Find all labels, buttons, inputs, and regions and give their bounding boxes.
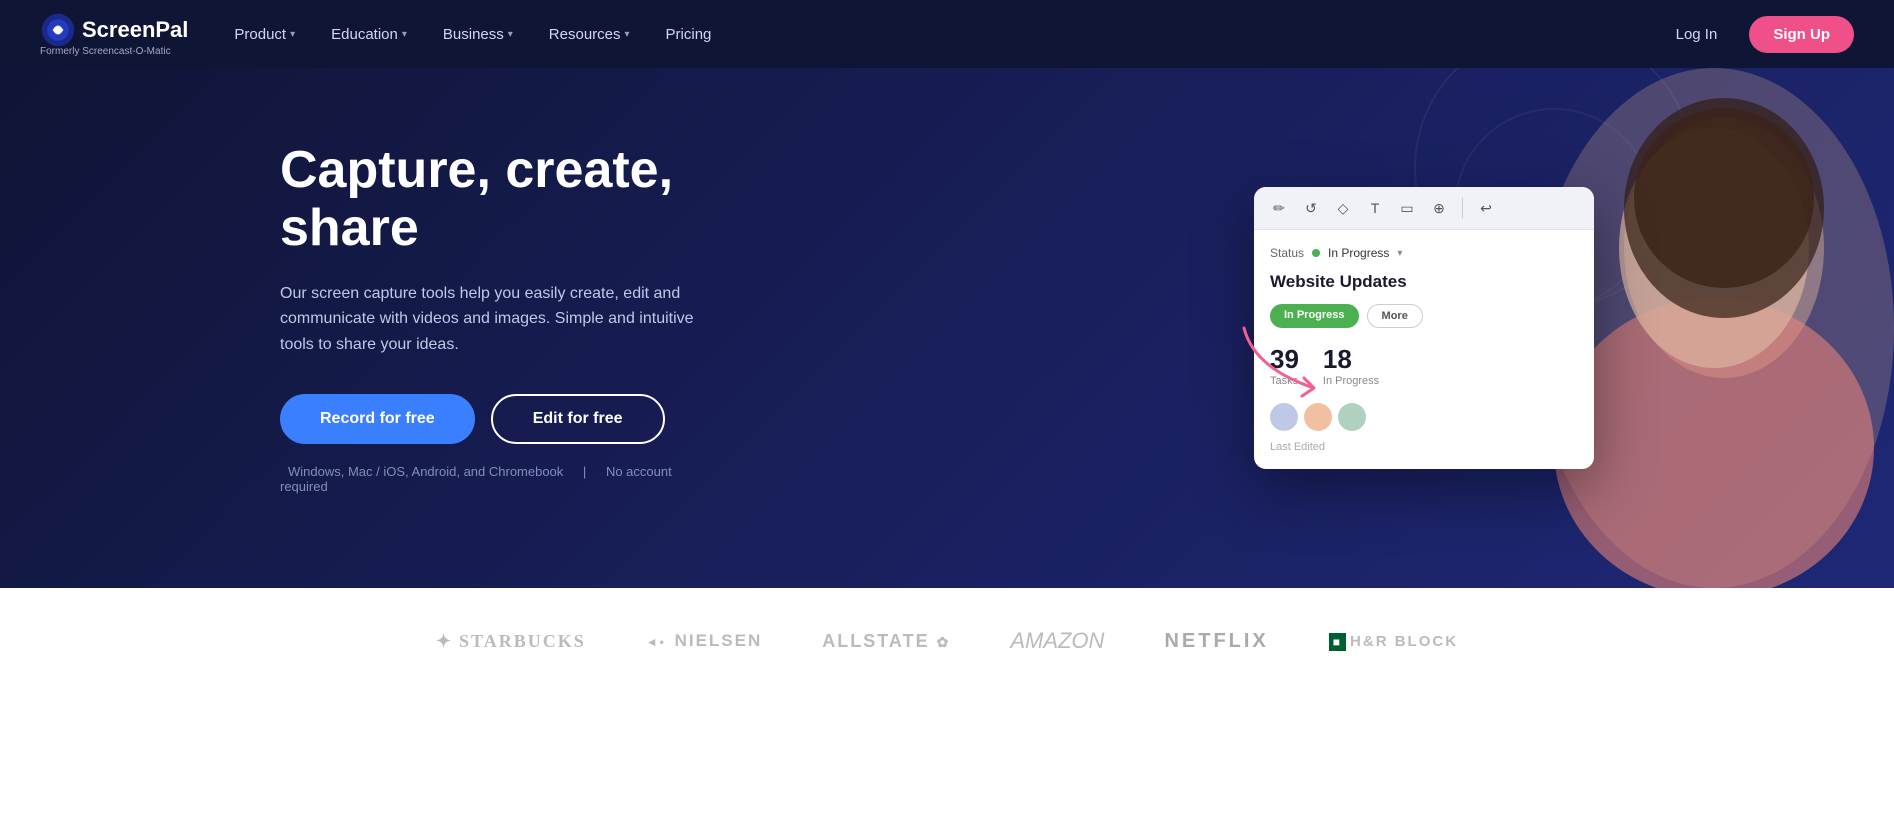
- chevron-down-icon: ▾: [402, 29, 407, 40]
- brands-bar: ✦STARBUCKS ◄• Nielsen Allstate ✿ amazon …: [0, 588, 1894, 694]
- status-chevron-icon: ▾: [1397, 248, 1402, 259]
- nav-item-business[interactable]: Business ▾: [427, 18, 529, 51]
- brand-nielsen: ◄• Nielsen: [646, 631, 763, 651]
- card-tab-more[interactable]: More: [1367, 304, 1423, 328]
- status-label-text: Status: [1270, 246, 1304, 260]
- signup-button[interactable]: Sign Up: [1749, 16, 1854, 53]
- nav-item-education[interactable]: Education ▾: [315, 18, 423, 51]
- chevron-down-icon: ▾: [625, 29, 630, 40]
- nav-right: Log In Sign Up: [1660, 16, 1854, 53]
- toolbar-icon-rect[interactable]: ▭: [1396, 197, 1418, 219]
- hero-section: Capture, create, share Our screen captur…: [0, 68, 1894, 588]
- login-button[interactable]: Log In: [1660, 18, 1734, 51]
- toolbar-divider: [1462, 198, 1463, 218]
- record-for-free-button[interactable]: Record for free: [280, 394, 475, 444]
- logo-sub: Formerly Screencast-O-Matic: [40, 46, 188, 57]
- logo-area[interactable]: ScreenPal Formerly Screencast-O-Matic: [40, 12, 188, 57]
- toolbar-icon-brush[interactable]: ↺: [1300, 197, 1322, 219]
- ui-toolbar: ✏ ↺ ◇ T ▭ ⊕ ↩: [1254, 187, 1594, 230]
- chevron-down-icon: ▾: [508, 29, 513, 40]
- logo-icon: [40, 12, 76, 48]
- nav-links: Product ▾ Education ▾ Business ▾ Resourc…: [218, 18, 1659, 51]
- logo-name: ScreenPal: [40, 12, 188, 48]
- brand-hrblock: ■H&R BLOCK: [1329, 633, 1458, 650]
- nav-item-resources[interactable]: Resources ▾: [533, 18, 646, 51]
- hero-title: Capture, create, share: [280, 142, 700, 256]
- hero-note: Windows, Mac / iOS, Android, and Chromeb…: [280, 464, 700, 494]
- status-row: Status In Progress ▾: [1270, 246, 1578, 260]
- chevron-down-icon: ▾: [290, 29, 295, 40]
- toolbar-icon-zoom[interactable]: ⊕: [1428, 197, 1450, 219]
- brand-amazon: amazon: [1010, 628, 1104, 654]
- edit-for-free-button[interactable]: Edit for free: [491, 394, 665, 444]
- toolbar-icon-eraser[interactable]: ◇: [1332, 197, 1354, 219]
- nav-item-product[interactable]: Product ▾: [218, 18, 311, 51]
- status-dot: [1312, 249, 1320, 257]
- toolbar-icon-pen[interactable]: ✏: [1268, 197, 1290, 219]
- brand-starbucks: ✦STARBUCKS: [436, 631, 586, 652]
- arrow-decoration: [1234, 318, 1364, 408]
- card-last-edited: Last Edited: [1270, 441, 1578, 453]
- brand-allstate: Allstate ✿: [822, 631, 950, 652]
- nav-item-pricing[interactable]: Pricing: [650, 18, 728, 51]
- toolbar-icon-undo[interactable]: ↩: [1475, 197, 1497, 219]
- toolbar-icon-text[interactable]: T: [1364, 197, 1386, 219]
- card-title: Website Updates: [1270, 272, 1578, 292]
- hero-visual: ✏ ↺ ◇ T ▭ ⊕ ↩ Status In Progress ▾ Websi…: [1194, 68, 1894, 588]
- hero-buttons: Record for free Edit for free: [280, 394, 700, 444]
- hero-content: Capture, create, share Our screen captur…: [0, 142, 700, 493]
- navbar: ScreenPal Formerly Screencast-O-Matic Pr…: [0, 0, 1894, 68]
- hero-description: Our screen capture tools help you easily…: [280, 281, 700, 358]
- status-value: In Progress: [1328, 246, 1389, 260]
- brand-netflix: NETFLIX: [1164, 630, 1268, 653]
